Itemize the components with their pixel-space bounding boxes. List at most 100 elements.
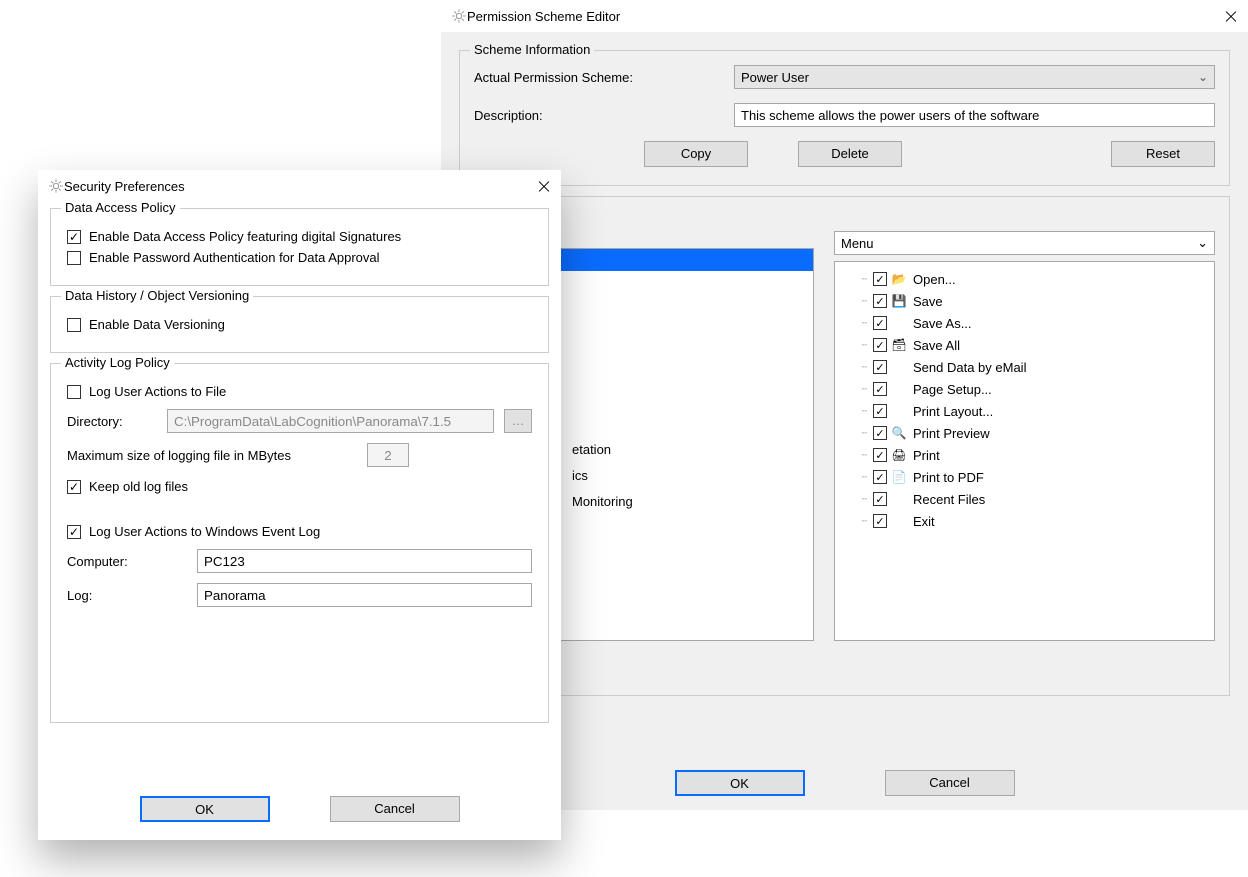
- tree-item-checkbox[interactable]: ✓: [873, 470, 887, 484]
- tree-item-checkbox[interactable]: ✓: [873, 514, 887, 528]
- tree-item-label: Send Data by eMail: [913, 360, 1026, 375]
- delete-button[interactable]: Delete: [798, 141, 902, 167]
- tree-item-label: Save: [913, 294, 943, 309]
- tree-item[interactable]: ╌✓Exit: [859, 510, 1210, 532]
- data-access-group: Data Access Policy Enable Data Access Po…: [50, 208, 549, 286]
- log-name-input[interactable]: [197, 583, 532, 607]
- actual-scheme-label: Actual Permission Scheme:: [474, 70, 734, 85]
- tree-item-icon: 📄: [891, 469, 907, 485]
- tree-connector-icon: ╌: [859, 450, 869, 461]
- tree-connector-icon: ╌: [859, 428, 869, 439]
- tree-connector-icon: ╌: [859, 472, 869, 483]
- copy-button[interactable]: Copy: [644, 141, 748, 167]
- tree-item[interactable]: ╌✓🗃Save All: [859, 334, 1210, 356]
- log-eventlog-checkbox[interactable]: [67, 525, 81, 539]
- ok-button[interactable]: OK: [140, 796, 270, 822]
- directory-input[interactable]: [167, 409, 494, 433]
- tree-item-checkbox[interactable]: ✓: [873, 338, 887, 352]
- cancel-button[interactable]: Cancel: [330, 796, 460, 822]
- ok-button[interactable]: OK: [675, 770, 805, 796]
- tree-item-checkbox[interactable]: ✓: [873, 426, 887, 440]
- tree-item-checkbox[interactable]: ✓: [873, 316, 887, 330]
- tree-item-checkbox[interactable]: ✓: [873, 448, 887, 462]
- tree-item[interactable]: ╌ ✓ 🖨 Print: [859, 444, 1210, 466]
- tree-item-label: Save As...: [913, 316, 972, 331]
- gear-icon: [451, 8, 467, 24]
- desc-value: This scheme allows the power users of th…: [741, 108, 1039, 123]
- tree-item[interactable]: ╌✓Print Layout...: [859, 400, 1210, 422]
- tree-item[interactable]: ╌ ✓ Send Data by eMail: [859, 356, 1210, 378]
- tree-item-icon: 🖨: [891, 447, 907, 463]
- menu-combo[interactable]: Menu ⌄: [834, 231, 1215, 255]
- close-icon[interactable]: [1224, 9, 1238, 23]
- computer-input[interactable]: [197, 549, 532, 573]
- tree-item-icon: 📂: [891, 271, 907, 287]
- tree-item-icon: [891, 513, 907, 529]
- tree-item-icon: [891, 491, 907, 507]
- scheme-title: Permission Scheme Editor: [467, 9, 620, 24]
- permission-management-group: gement Menu ⌄ ╌✓📂Open...╌✓💾Save╌✓Save As…: [459, 196, 1230, 696]
- reset-button[interactable]: Reset: [1111, 141, 1215, 167]
- tree-item-icon: 🔍: [891, 425, 907, 441]
- gear-icon: [48, 178, 64, 194]
- actual-scheme-value: Power User: [741, 70, 809, 85]
- cancel-button[interactable]: Cancel: [885, 770, 1015, 796]
- activity-log-group: Activity Log Policy Log User Actions to …: [50, 363, 549, 723]
- desc-input[interactable]: This scheme allows the power users of th…: [734, 103, 1215, 127]
- tree-item[interactable]: ╌✓📂Open...: [859, 268, 1210, 290]
- close-icon[interactable]: [537, 179, 551, 193]
- tree-item-label: Recent Files: [913, 492, 985, 507]
- tree-item[interactable]: ╌✓📄Print to PDF: [859, 466, 1210, 488]
- tree-connector-icon: ╌: [859, 318, 869, 329]
- tree-item-label: Page Setup...: [913, 382, 992, 397]
- tree-item-icon: [891, 381, 907, 397]
- keep-old-logs-label: Keep old log files: [89, 479, 188, 494]
- versioning-legend: Data History / Object Versioning: [61, 288, 253, 303]
- computer-label: Computer:: [67, 554, 187, 569]
- data-access-legend: Data Access Policy: [61, 200, 180, 215]
- keep-old-logs-checkbox[interactable]: [67, 480, 81, 494]
- enable-dap-checkbox[interactable]: [67, 230, 81, 244]
- tree-connector-icon: ╌: [859, 362, 869, 373]
- tree-item-checkbox[interactable]: ✓: [873, 294, 887, 308]
- tree-item[interactable]: ╌ ✓ Save As...: [859, 312, 1210, 334]
- tree-item-checkbox[interactable]: ✓: [873, 404, 887, 418]
- tree-item-checkbox[interactable]: ✓: [873, 382, 887, 396]
- tree-connector-icon: ╌: [859, 274, 869, 285]
- tree-connector-icon: ╌: [859, 296, 869, 307]
- tree-item[interactable]: ╌✓🔍Print Preview: [859, 422, 1210, 444]
- tree-item[interactable]: ╌ ✓ Recent Files: [859, 488, 1210, 510]
- permission-tree[interactable]: ╌✓📂Open...╌✓💾Save╌✓Save As...╌✓🗃Save All…: [834, 261, 1215, 641]
- tree-item-label: Print Layout...: [913, 404, 993, 419]
- browse-button[interactable]: …: [504, 409, 532, 433]
- tree-item-icon: 🗃: [891, 337, 907, 353]
- log-name-label: Log:: [67, 588, 187, 603]
- tree-item-label: Print: [913, 448, 940, 463]
- actual-scheme-combo[interactable]: Power User ⌄: [734, 65, 1215, 89]
- log-to-file-label: Log User Actions to File: [89, 384, 226, 399]
- activity-log-legend: Activity Log Policy: [61, 355, 174, 370]
- max-size-input[interactable]: [367, 443, 409, 467]
- chevron-down-icon: ⌄: [1197, 235, 1208, 251]
- tree-item-icon: 💾: [891, 293, 907, 309]
- security-title: Security Preferences: [64, 179, 185, 194]
- enable-password-label: Enable Password Authentication for Data …: [89, 250, 380, 265]
- enable-password-checkbox[interactable]: [67, 251, 81, 265]
- max-size-label: Maximum size of logging file in MBytes: [67, 448, 357, 463]
- tree-item-icon: [891, 359, 907, 375]
- tree-item-checkbox[interactable]: ✓: [873, 272, 887, 286]
- enable-dap-label: Enable Data Access Policy featuring digi…: [89, 229, 401, 244]
- log-eventlog-label: Log User Actions to Windows Event Log: [89, 524, 320, 539]
- tree-item-checkbox[interactable]: ✓: [873, 360, 887, 374]
- security-titlebar: Security Preferences: [38, 170, 561, 202]
- enable-versioning-checkbox[interactable]: [67, 318, 81, 332]
- tree-connector-icon: ╌: [859, 494, 869, 505]
- desc-label: Description:: [474, 108, 734, 123]
- log-to-file-checkbox[interactable]: [67, 385, 81, 399]
- tree-item[interactable]: ╌✓Page Setup...: [859, 378, 1210, 400]
- tree-item-label: Save All: [913, 338, 960, 353]
- tree-item-checkbox[interactable]: ✓: [873, 492, 887, 506]
- tree-item[interactable]: ╌ ✓ 💾 Save: [859, 290, 1210, 312]
- tree-connector-icon: ╌: [859, 516, 869, 527]
- menu-combo-value: Menu: [841, 236, 874, 251]
